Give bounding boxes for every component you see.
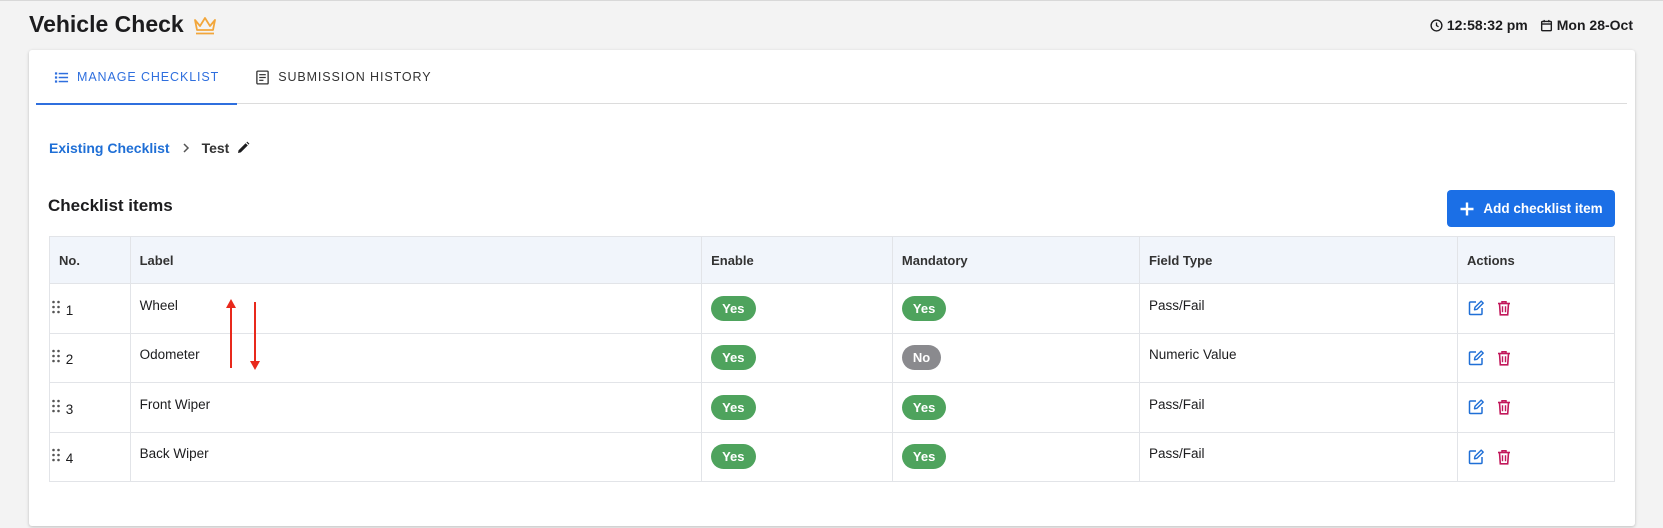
page-title-text: Vehicle Check — [29, 11, 184, 37]
plus-icon — [1460, 202, 1474, 215]
row-number: 4 — [50, 447, 130, 466]
row-label: Odometer — [139, 347, 200, 363]
chevron-right-icon — [183, 143, 189, 153]
header-label: Label — [129, 236, 703, 284]
delete-icon[interactable] — [1495, 448, 1513, 466]
table-row: 4 Back Wiper Yes Yes Pass/Fail — [49, 431, 1615, 482]
page-title: Vehicle Check — [29, 11, 218, 38]
table-row: 2 Odometer Yes No Numeric Value — [49, 332, 1615, 383]
field-type: Pass/Fail — [1148, 446, 1205, 462]
tab-manage-checklist-label: MANAGE CHECKLIST — [77, 70, 220, 84]
tab-submission-history-label: SUBMISSION HISTORY — [278, 70, 432, 84]
crown-icon — [193, 16, 216, 34]
delete-icon[interactable] — [1495, 349, 1513, 367]
date-text: Mon 28-Oct — [1556, 17, 1633, 33]
breadcrumb: Existing Checklist Test — [49, 140, 250, 156]
time-text: 12:58:32 pm — [1446, 17, 1528, 33]
edit-icon[interactable] — [1467, 398, 1485, 416]
row-number: 3 — [50, 398, 130, 417]
header-mandatory: Mandatory — [891, 236, 1140, 284]
edit-icon[interactable] — [1467, 349, 1485, 367]
drag-handle-icon[interactable] — [50, 398, 62, 414]
pencil-icon[interactable] — [236, 141, 250, 155]
enable-badge: Yes — [711, 295, 756, 321]
header-field-type: Field Type — [1138, 236, 1459, 284]
drag-handle-icon[interactable] — [50, 299, 62, 315]
row-actions — [1467, 299, 1605, 317]
tab-submission-history[interactable]: SUBMISSION HISTORY — [237, 50, 449, 104]
row-number-text: 2 — [65, 352, 74, 368]
clock-area: 12:58:32 pm Mon 28-Oct — [1430, 17, 1633, 33]
date-display: Mon 28-Oct — [1540, 17, 1633, 33]
table-row: 1 Wheel Yes Yes Pass/Fail — [49, 283, 1615, 334]
row-label: Back Wiper — [139, 446, 209, 462]
drag-handle-icon[interactable] — [50, 348, 62, 364]
row-number-text: 1 — [65, 302, 74, 318]
table-row: 3 Front Wiper Yes Yes Pass/Fail — [49, 382, 1615, 433]
clock-icon — [1430, 18, 1443, 32]
enable-badge: Yes — [711, 394, 756, 420]
edit-icon[interactable] — [1467, 299, 1485, 317]
field-type: Numeric Value — [1148, 347, 1237, 363]
enable-badge: Yes — [711, 345, 756, 371]
enable-badge: Yes — [711, 444, 756, 470]
row-label: Front Wiper — [139, 396, 211, 412]
row-actions — [1467, 448, 1605, 466]
mandatory-badge: Yes — [901, 295, 947, 321]
checklist-table: No. Label Enable Mandatory Field Type Ac… — [49, 236, 1615, 482]
row-actions — [1467, 349, 1605, 367]
row-number-text: 4 — [65, 451, 74, 467]
main-card: MANAGE CHECKLIST SUBMISSION HISTORY Exis… — [29, 50, 1635, 526]
field-type: Pass/Fail — [1148, 396, 1205, 412]
time-display: 12:58:32 pm — [1430, 17, 1528, 33]
header-no: No. — [49, 236, 131, 284]
section-title: Checklist items — [48, 196, 173, 215]
row-actions — [1467, 398, 1605, 416]
list-icon — [54, 71, 69, 83]
top-divider — [0, 0, 1663, 1]
delete-icon[interactable] — [1495, 398, 1513, 416]
drag-handle-icon[interactable] — [50, 447, 62, 463]
document-icon — [256, 69, 269, 85]
breadcrumb-current: Test — [201, 140, 230, 156]
tab-bar: MANAGE CHECKLIST SUBMISSION HISTORY — [36, 50, 1627, 105]
header-actions: Actions — [1457, 236, 1615, 284]
calendar-icon — [1540, 19, 1552, 31]
table-header-row: No. Label Enable Mandatory Field Type Ac… — [49, 236, 1615, 284]
add-checklist-item-button[interactable]: Add checklist item — [1447, 190, 1615, 227]
add-checklist-item-label: Add checklist item — [1483, 201, 1603, 216]
field-type: Pass/Fail — [1148, 297, 1205, 313]
delete-icon[interactable] — [1495, 299, 1513, 317]
row-number: 1 — [50, 299, 130, 318]
row-number: 2 — [50, 348, 130, 367]
edit-icon[interactable] — [1467, 448, 1485, 466]
header-enable: Enable — [701, 236, 893, 284]
mandatory-badge: Yes — [901, 394, 947, 420]
tab-manage-checklist[interactable]: MANAGE CHECKLIST — [36, 50, 238, 105]
breadcrumb-existing-checklist[interactable]: Existing Checklist — [49, 140, 170, 156]
mandatory-badge: No — [901, 345, 942, 371]
row-number-text: 3 — [65, 401, 74, 417]
row-label: Wheel — [139, 297, 178, 313]
mandatory-badge: Yes — [901, 444, 947, 470]
